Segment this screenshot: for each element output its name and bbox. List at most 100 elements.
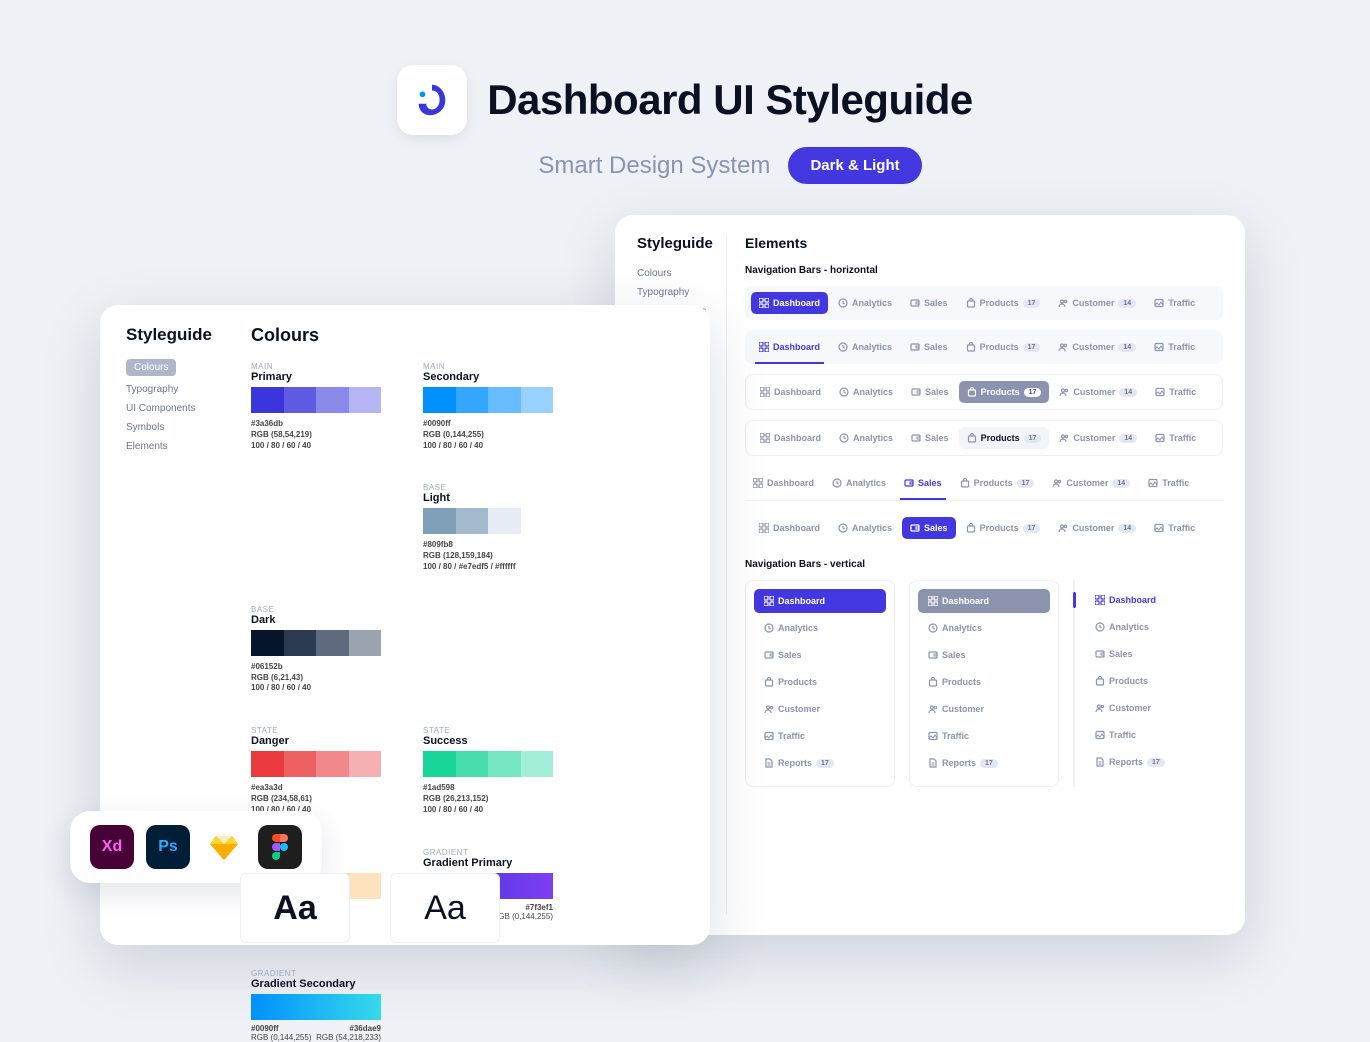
- nav-item-dashboard[interactable]: Dashboard: [918, 589, 1050, 613]
- nav-item-sales[interactable]: Sales: [918, 643, 1050, 667]
- wallet-icon: [911, 387, 921, 397]
- sidebar-item[interactable]: Elements: [126, 437, 241, 456]
- nav-item-customer[interactable]: Customer14: [1050, 336, 1144, 358]
- colour-block-danger: STATE Danger #ea3a3d RGB (234,58,61) 100…: [251, 726, 381, 815]
- nav-item-dashboard[interactable]: Dashboard: [752, 381, 829, 403]
- nav-item-customer[interactable]: Customer14: [1051, 427, 1145, 449]
- nav-item-traffic[interactable]: Traffic: [1147, 381, 1204, 403]
- clock-icon: [838, 298, 848, 308]
- sidebar-item[interactable]: Symbols: [126, 418, 241, 437]
- nav-item-sales[interactable]: Sales: [902, 336, 956, 358]
- nav-item-products[interactable]: Products17: [958, 292, 1049, 314]
- styleguide-sidebar: Styleguide Colours Typography UI Compone…: [126, 325, 241, 1042]
- colour-block-gradient-secondary: GRADIENT Gradient Secondary #0090ffRGB (…: [251, 969, 381, 1042]
- colour-block-dark: BASE Dark #06152b RGB (6,21,43) 100 / 80…: [251, 605, 381, 694]
- sidebar-item-colours[interactable]: Colours: [126, 359, 176, 376]
- nav-item-dashboard[interactable]: Dashboard: [752, 427, 829, 449]
- nav-item-products[interactable]: Products17: [952, 472, 1043, 494]
- nav-item-traffic[interactable]: Traffic: [1085, 723, 1215, 747]
- nav-item-traffic[interactable]: Traffic: [1146, 336, 1203, 358]
- nav-item-dashboard[interactable]: Dashboard: [751, 517, 828, 539]
- clock-icon: [839, 433, 849, 443]
- nav-item-analytics[interactable]: Analytics: [830, 292, 900, 314]
- nav-item-customer[interactable]: Customer: [918, 697, 1050, 721]
- nav-item-traffic[interactable]: Traffic: [1146, 517, 1203, 539]
- grid-icon: [753, 478, 763, 488]
- nav-item-products[interactable]: Products: [754, 670, 886, 694]
- nav-item-customer[interactable]: Customer14: [1051, 381, 1145, 403]
- nav-item-sales[interactable]: Sales: [903, 427, 957, 449]
- nav-item-sales[interactable]: Sales: [1085, 642, 1215, 666]
- nav-item-products[interactable]: Products: [918, 670, 1050, 694]
- nav-item-traffic[interactable]: Traffic: [918, 724, 1050, 748]
- grid-icon: [759, 298, 769, 308]
- nav-item-traffic[interactable]: Traffic: [1140, 472, 1197, 494]
- badge: 17: [1147, 758, 1165, 767]
- nav-item-traffic[interactable]: Traffic: [1147, 427, 1204, 449]
- nav-item-analytics[interactable]: Analytics: [830, 517, 900, 539]
- sidebar-item[interactable]: Colours: [637, 264, 714, 283]
- nav-item-reports[interactable]: Reports17: [754, 751, 886, 775]
- bag-icon: [960, 478, 970, 488]
- swatch: [349, 387, 382, 413]
- wallet-icon: [910, 298, 920, 308]
- nav-item-products[interactable]: Products: [1085, 669, 1215, 693]
- swatch: [284, 387, 317, 413]
- nav-item-reports[interactable]: Reports17: [918, 751, 1050, 775]
- nav-item-dashboard[interactable]: Dashboard: [751, 336, 828, 358]
- nav-item-dashboard[interactable]: Dashboard: [745, 472, 822, 494]
- nav-item-customer[interactable]: Customer14: [1050, 517, 1144, 539]
- nav-item-analytics[interactable]: Analytics: [831, 381, 901, 403]
- nav-item-dashboard[interactable]: Dashboard: [751, 292, 828, 314]
- badge: 14: [1118, 299, 1136, 308]
- sidebar-item[interactable]: UI Components: [126, 399, 241, 418]
- vnav-column: Dashboard Analytics Sales Products Customer T…: [745, 580, 895, 787]
- sidebar-item[interactable]: Typography: [126, 380, 241, 399]
- sidebar-item[interactable]: Typography: [637, 283, 714, 302]
- nav-item-products[interactable]: Products17: [959, 381, 1050, 403]
- nav-item-reports[interactable]: Reports17: [1085, 750, 1215, 774]
- nav-item-products[interactable]: Products17: [959, 427, 1050, 449]
- swatch: [423, 387, 456, 413]
- nav-item-sales[interactable]: Sales: [896, 472, 950, 494]
- image-icon: [1155, 387, 1165, 397]
- mode-pill[interactable]: Dark & Light: [788, 147, 921, 184]
- nav-item-traffic[interactable]: Traffic: [1146, 292, 1203, 314]
- nav-item-dashboard[interactable]: Dashboard: [754, 589, 886, 613]
- swatch: [456, 508, 489, 534]
- nav-item-analytics[interactable]: Analytics: [830, 336, 900, 358]
- nav-item-customer[interactable]: Customer: [1085, 696, 1215, 720]
- badge: 17: [1017, 479, 1035, 488]
- nav-item-customer[interactable]: Customer14: [1050, 292, 1144, 314]
- bag-icon: [967, 433, 977, 443]
- nav-item-products[interactable]: Products17: [958, 336, 1049, 358]
- badge: 14: [1118, 343, 1136, 352]
- nav-item-traffic[interactable]: Traffic: [754, 724, 886, 748]
- users-icon: [764, 704, 774, 714]
- nav-item-dashboard[interactable]: Dashboard: [1085, 588, 1215, 612]
- nav-item-products[interactable]: Products17: [958, 517, 1049, 539]
- nav-sample-row: DashboardAnalyticsSalesProducts17Custome…: [745, 374, 1223, 410]
- ps-icon: Ps: [146, 825, 190, 869]
- vnav-column: Dashboard Analytics Sales Products Customer T…: [1073, 580, 1223, 787]
- nav-item-analytics[interactable]: Analytics: [831, 427, 901, 449]
- swatch: [488, 387, 521, 413]
- nav-item-analytics[interactable]: Analytics: [1085, 615, 1215, 639]
- nav-item-sales[interactable]: Sales: [903, 381, 957, 403]
- logo-tile: [397, 65, 467, 135]
- nav-item-sales[interactable]: Sales: [754, 643, 886, 667]
- nav-item-sales[interactable]: Sales: [902, 292, 956, 314]
- nav-item-analytics[interactable]: Analytics: [918, 616, 1050, 640]
- users-icon: [1059, 387, 1069, 397]
- xd-icon: Xd: [90, 825, 134, 869]
- nav-item-analytics[interactable]: Analytics: [754, 616, 886, 640]
- clock-icon: [832, 478, 842, 488]
- nav-item-analytics[interactable]: Analytics: [824, 472, 894, 494]
- users-icon: [1058, 342, 1068, 352]
- badge: 17: [1023, 299, 1041, 308]
- nav-item-customer[interactable]: Customer: [754, 697, 886, 721]
- swatch: [349, 630, 382, 656]
- wallet-icon: [928, 650, 938, 660]
- nav-item-sales[interactable]: Sales: [902, 517, 956, 539]
- nav-item-customer[interactable]: Customer14: [1044, 472, 1138, 494]
